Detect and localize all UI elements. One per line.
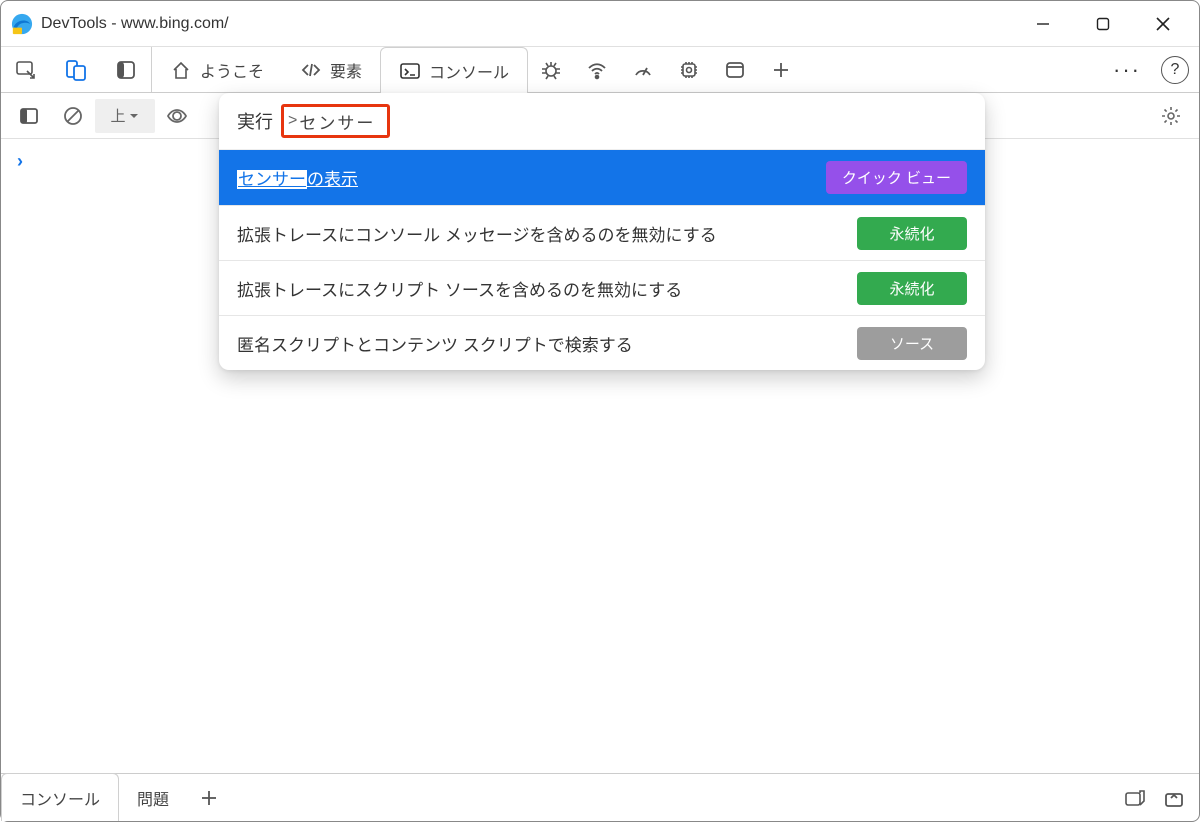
command-item-badge: 永続化 [857, 217, 967, 250]
chip-icon [678, 59, 700, 81]
drawer-computed-button[interactable] [1123, 787, 1145, 809]
window-minimize-button[interactable] [1013, 1, 1073, 47]
dock-side-button[interactable] [101, 47, 151, 93]
drawer-collapse-button[interactable] [1163, 787, 1185, 809]
live-expression-button[interactable] [155, 93, 199, 139]
command-item[interactable]: 匿名スクリプトとコンテンツ スクリプトで検索する ソース [219, 315, 985, 370]
drawer-tab-console[interactable]: コンソール [1, 773, 119, 821]
command-input[interactable]: > センサー [281, 104, 390, 138]
command-menu: 実行 > センサー センサーの表示 クイック ビュー 拡張トレースにコンソール … [219, 93, 985, 370]
tab-welcome[interactable]: ようこそ [152, 47, 282, 92]
command-item[interactable]: 拡張トレースにスクリプト ソースを含めるのを無効にする 永続化 [219, 260, 985, 315]
context-selector[interactable]: 上 [95, 99, 155, 133]
window-controls [1013, 1, 1193, 47]
help-button[interactable]: ? [1161, 56, 1189, 84]
plus-icon [200, 789, 218, 807]
context-label: 上 [110, 105, 125, 126]
command-run-label: 実行 [237, 108, 273, 134]
drawer-tab-issues[interactable]: 問題 [119, 774, 188, 821]
window-titlebar: DevTools - www.bing.com/ [1, 1, 1199, 47]
command-input-prefix: > [288, 112, 297, 130]
tab-network-icon[interactable] [574, 47, 620, 92]
command-item-badge: クイック ビュー [826, 161, 967, 194]
plus-icon [770, 59, 792, 81]
wifi-icon [586, 59, 608, 81]
command-input-text: センサー [299, 109, 375, 134]
gauge-icon [632, 59, 654, 81]
home-icon [170, 59, 192, 81]
console-settings-button[interactable] [1149, 93, 1193, 139]
tab-label: コンソール [429, 59, 509, 83]
tab-console[interactable]: コンソール [380, 47, 528, 93]
application-icon [724, 59, 746, 81]
toggle-sidebar-button[interactable] [7, 93, 51, 139]
drawer-tab-label: コンソール [20, 786, 100, 810]
command-item-label: 拡張トレースにスクリプト ソースを含めるのを無効にする [237, 276, 682, 301]
command-item-label: 匿名スクリプトとコンテンツ スクリプトで検索する [237, 331, 633, 356]
more-tools-button[interactable]: ··· [1101, 57, 1153, 83]
command-item-badge: 永続化 [857, 272, 967, 305]
tab-elements[interactable]: 要素 [282, 47, 380, 92]
tab-performance-icon[interactable] [620, 47, 666, 92]
tab-label: 要素 [330, 58, 362, 82]
drawer-tab-label: 問題 [137, 786, 169, 810]
inspect-tool-group [1, 47, 152, 92]
command-item-label: センサーの表示 [237, 165, 358, 190]
main-tabstrip: ようこそ 要素 コンソール [1, 47, 1199, 93]
console-panel: › 実行 > センサー センサーの表示 クイック ビュー 拡張トレースにコンソー… [1, 139, 1199, 773]
drawer-add-tab-button[interactable] [188, 774, 231, 821]
console-icon [399, 60, 421, 82]
tab-label: ようこそ [200, 58, 264, 82]
command-item[interactable]: 拡張トレースにコンソール メッセージを含めるのを無効にする 永続化 [219, 205, 985, 260]
command-menu-list: センサーの表示 クイック ビュー 拡張トレースにコンソール メッセージを含めるの… [219, 149, 985, 370]
command-item[interactable]: センサーの表示 クイック ビュー [219, 150, 985, 205]
tab-sources-icon[interactable] [528, 47, 574, 92]
command-menu-header: 実行 > センサー [219, 93, 985, 149]
chevron-down-icon [128, 110, 140, 122]
command-item-badge: ソース [857, 327, 967, 360]
clear-console-button[interactable] [51, 93, 95, 139]
code-icon [300, 59, 322, 81]
tab-memory-icon[interactable] [666, 47, 712, 92]
command-item-label: 拡張トレースにコンソール メッセージを含めるのを無効にする [237, 221, 717, 246]
tab-application-icon[interactable] [712, 47, 758, 92]
add-tab-button[interactable] [758, 47, 804, 92]
window-title: DevTools - www.bing.com/ [41, 15, 1013, 33]
bug-icon [540, 59, 562, 81]
inspect-element-button[interactable] [1, 47, 51, 93]
window-maximize-button[interactable] [1073, 1, 1133, 47]
drawer-tabstrip: コンソール 問題 [1, 773, 1199, 821]
edge-devtools-app-icon [11, 13, 33, 35]
window-close-button[interactable] [1133, 1, 1193, 47]
device-emulation-button[interactable] [51, 47, 101, 93]
